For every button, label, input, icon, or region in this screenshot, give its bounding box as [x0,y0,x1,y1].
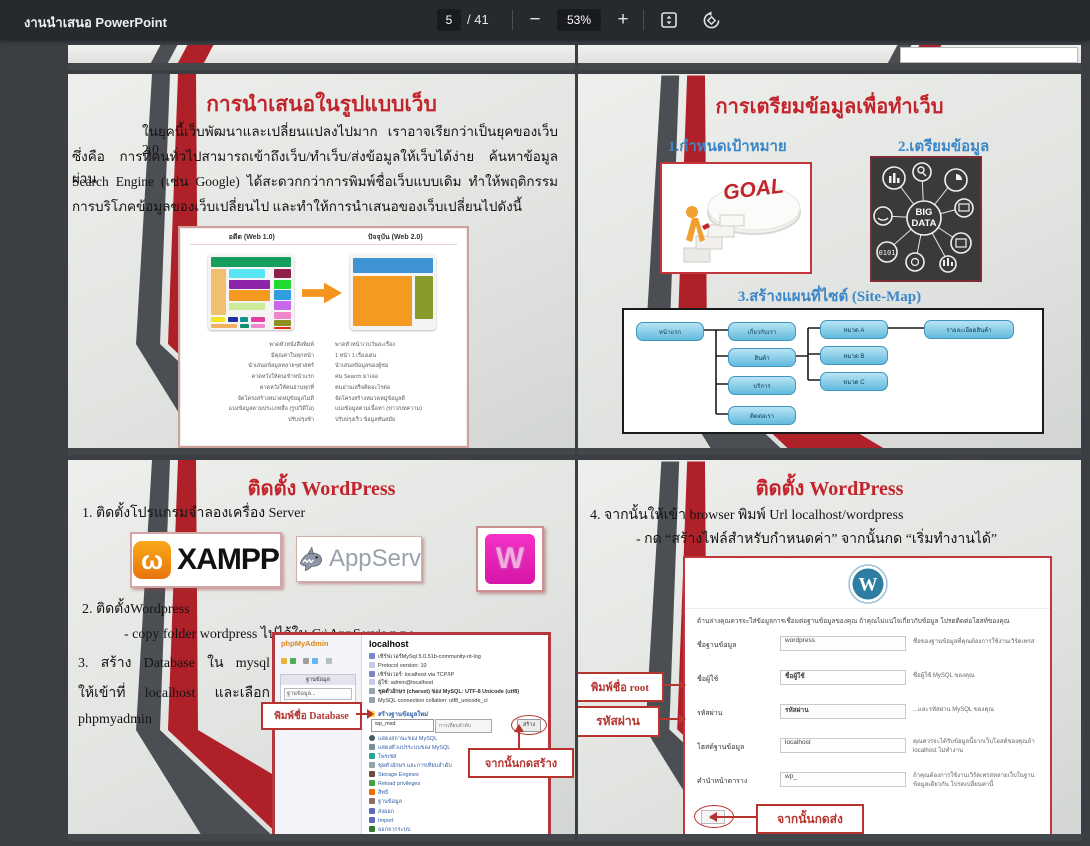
form-description: ด้านล่างคุณควรจะใส่ข้อมูลการเชื่อมต่อฐาน… [697,616,1037,626]
slide-title: ติดตั้ง WordPress [68,472,575,504]
previous-slide-fragment [68,45,575,70]
bigdata-text-line1: BIG [916,207,933,218]
zoom-in-button[interactable]: + [609,6,637,34]
goal-image: GOAL [660,162,812,274]
page-number-input[interactable]: 5 [437,9,461,31]
pma-host-title: localhost [369,639,409,649]
field-input-password: รหัสผ่าน [780,704,906,719]
annotation-arrow-up [513,724,525,748]
sitemap-contact: ติดต่อเรา [728,406,796,425]
web10-header: อดีต (Web 1.0) [180,232,324,243]
slide-install-wordpress-2: ติดตั้ง WordPress 4. จากนั้นให้เข้า brow… [578,460,1081,841]
sitemap-category-c: หมวด C [820,372,888,391]
pma-links: แสดงสถานะของ MySQL แสดงตัวแปรระบบของ MyS… [369,735,452,835]
annotation-password: รหัสผ่าน [578,706,660,737]
sitemap-home: หน้าแรก [636,322,704,341]
toolbar-divider [643,10,644,30]
field-input-prefix: wp_ [780,772,906,787]
document-title: งานนำเสนอ PowerPoint [24,12,167,33]
xampp-icon: ω [133,541,171,579]
step3-line: 3. สร้าง Database ใน mysql [78,652,270,674]
field-hint-password: ...และรหัสผ่าน MySQL ของคุณ [913,706,1043,715]
transition-arrow-icon [302,280,342,306]
slide-install-wordpress-1: ติดตั้ง WordPress 1. ติดตั้งโปรแกรมจำลอง… [68,460,575,841]
annotation-type-root: พิมพ์ชื่อ root [578,672,664,702]
previous-slide-fragment [578,45,1081,70]
step2-text: 2. ติดตั้งWordpress [82,598,190,620]
annotation-type-database-name: พิมพ์ชื่อ Database [261,702,362,730]
step3-line: ให้เข้าที่ localhost และเลือก [78,682,270,704]
phpmyadmin-screenshot: phpMyAdmin ฐานข้อมูล ฐานข้อมูล... localh… [272,632,551,840]
field-label-prefix: คำนำหน้าตาราง [697,776,747,787]
field-hint-dbhost: คุณควรจะได้รับข้อมูลนี้จากเว็บโฮสต์ของคุ… [913,738,1045,756]
step1-text: 1. ติดตั้งโปรแกรมจำลองเครื่อง Server [82,502,305,524]
slide-title: การเตรียมข้อมูลเพื่อทำเว็บ [578,90,1081,122]
sitemap-diagram: หน้าแรก เกี่ยวกับเรา สินค้า บริการ ติดต่… [622,308,1044,434]
pma-collation-dropdown: การเทียบลำดับ [435,719,492,733]
zoom-out-button[interactable]: − [521,6,549,34]
rotate-icon[interactable] [697,6,725,34]
field-input-dbname: wordpress [780,636,906,651]
web10-feature-list: พาดหัวหนังสือพิมพ์ มีคุณค่าในทุกหน้า นำเ… [192,340,314,426]
web20-layout-thumbnail [350,254,436,330]
field-label-password: รหัสผ่าน [697,708,722,719]
slide-web-presentation: การนำเสนอในรูปแบบเว็บ ในยุคนี้เว็บพัฒนาแ… [68,74,575,455]
toolbar-divider [512,10,513,30]
fit-to-page-icon[interactable] [655,6,683,34]
pma-server-info: เซิร์ฟเวอร์MySql 5.0.51b-community-nt-lo… [369,653,519,706]
svg-text:W: W [859,575,878,596]
field-label-username: ชื่อผู้ใช้ [697,674,718,685]
wordpress-logo-icon: W [848,564,888,604]
slide-title: ติดตั้ง WordPress [578,472,1081,504]
annotation-click-create: จากนั้นกดสร้าง [468,748,574,778]
bigdata-text-line2: DATA [912,218,937,229]
appserv-shark-icon [297,542,325,576]
step2-heading: 2.เตรียมข้อมูล [898,134,989,158]
annotation-arrow-right [658,713,686,725]
paragraph-line: การบริโภคข้อมูลของเว็บเปลี่ยนไป และทำให้… [72,195,558,217]
page-total-label: / 41 [467,12,489,27]
field-input-dbhost: localhost [780,738,906,753]
web20-feature-list: พาดหัวหน้าเวบวันละเรื่อง 1 หน้า 1 เรื่อง… [335,340,457,426]
step4-text: 4. จากนั้นให้เข้า browser พิมพ์ Url loca… [590,504,903,526]
annotation-arrow-right [356,708,374,720]
step1-heading: 1.กำหนดเป้าหมาย [668,134,787,158]
step3-heading: 3.สร้างแผนที่ไซต์ (Site-Map) [578,284,1081,308]
pma-db-dropdown: ฐานข้อมูล... [284,688,352,700]
annotation-arrow-left [708,811,756,823]
slide-title: การนำเสนอในรูปแบบเว็บ [68,88,575,121]
field-label-dbhost: โฮสต์ฐานข้อมูล [697,742,744,753]
paragraph-line: Search Engine (เช่น Google) ได้สะดวกกว่า… [72,170,558,192]
wordpress-setup-form: W ด้านล่างคุณควรจะใส่ข้อมูลการเชื่อมต่อฐ… [683,556,1052,840]
field-hint-username: ชื่อผู้ใช้ MySQL ของคุณ [913,672,1043,681]
sitemap-category-a: หมวด A [820,320,888,339]
sitemap-products: สินค้า [728,348,796,367]
zoom-level-input[interactable]: 53% [557,9,601,31]
big-data-image: 0101 BIG DATA [870,156,982,282]
wamp-logo: W [476,526,544,592]
slide-prepare-data: การเตรียมข้อมูลเพื่อทำเว็บ 1.กำหนดเป้าหม… [578,74,1081,455]
field-label-dbname: ชื่อฐานข้อมูล [697,640,736,651]
web10-layout-thumbnail [208,254,294,330]
pdf-page-canvas[interactable]: การนำเสนอในรูปแบบเว็บ ในยุคนี้เว็บพัฒนาแ… [0,40,1090,846]
sitemap-product-detail: รายละเอียดสินค้า [924,320,1014,339]
field-hint-prefix: ถ้าคุณต้องการใช้งานเวิร์ดเพรสหลายเว็บในฐ… [913,772,1045,790]
field-input-username: ชื่อผู้ใช้ [780,670,906,685]
field-hint-dbname: ชื่อของฐานข้อมูลที่คุณต้องการใช้งานเวิร์… [913,638,1043,647]
sitemap-category-b: หมวด B [820,346,888,365]
web-comparison-figure: อดีต (Web 1.0) ปัจจุบัน (Web 2.0) [178,226,469,448]
web20-header: ปัจจุบัน (Web 2.0) [324,232,468,243]
step3-line: phpmyadmin [78,712,152,728]
pma-create-db-label: สร้างฐานข้อมูลใหม่ [369,709,428,719]
pma-dbname-input: wp_msd [371,719,434,732]
sitemap-about: เกี่ยวกับเรา [728,322,796,341]
svg-text:0101: 0101 [879,249,896,257]
xampp-logo: ω XAMPP [130,532,282,588]
sitemap-services: บริการ [728,376,796,395]
step4-sub-text: - กด “สร้างไฟล์สำหรับกำหนดค่า” จากนั้นกด… [636,528,997,550]
annotation-arrow-right [662,679,686,691]
appserv-logo: AppServ [296,536,422,582]
annotation-click-submit: จากนั้นกดส่ง [756,804,864,834]
pdf-viewer-toolbar: งานนำเสนอ PowerPoint 5 / 41 − 53% + [0,0,1090,40]
